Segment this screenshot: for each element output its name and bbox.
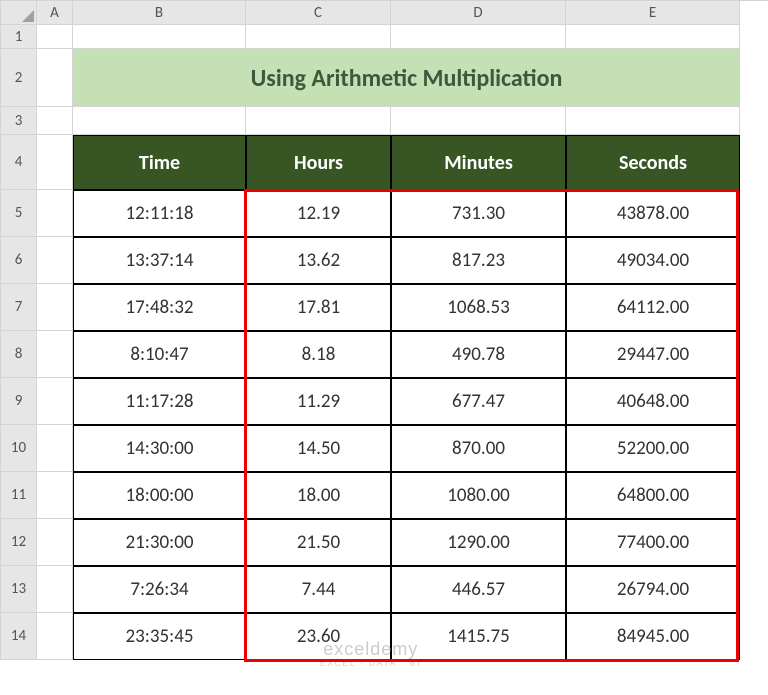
cell-row1-3[interactable] bbox=[566, 25, 740, 49]
cell-row3-1[interactable] bbox=[246, 107, 391, 135]
cell-A10[interactable] bbox=[37, 425, 73, 472]
cell-seconds-6[interactable]: 64800.00 bbox=[566, 472, 740, 519]
row-header-5[interactable]: 5 bbox=[1, 190, 37, 237]
cell-A7[interactable] bbox=[37, 284, 73, 331]
cell-seconds-5[interactable]: 52200.00 bbox=[566, 425, 740, 472]
cell-seconds-9[interactable]: 84945.00 bbox=[566, 613, 740, 660]
cell-seconds-4[interactable]: 40648.00 bbox=[566, 378, 740, 425]
cell-hours-9[interactable]: 23.60 bbox=[246, 613, 391, 660]
row-header-10[interactable]: 10 bbox=[1, 425, 37, 472]
cell-hours-3[interactable]: 8.18 bbox=[246, 331, 391, 378]
cell-minutes-9[interactable]: 1415.75 bbox=[391, 613, 566, 660]
row-header-3[interactable]: 3 bbox=[1, 107, 37, 135]
cell-hours-4[interactable]: 11.29 bbox=[246, 378, 391, 425]
cell-minutes-4[interactable]: 677.47 bbox=[391, 378, 566, 425]
cell-seconds-3[interactable]: 29447.00 bbox=[566, 331, 740, 378]
row-header-11[interactable]: 11 bbox=[1, 472, 37, 519]
col-time-header: Time bbox=[73, 135, 246, 190]
cell-row3-2[interactable] bbox=[391, 107, 566, 135]
cell-minutes-3[interactable]: 490.78 bbox=[391, 331, 566, 378]
cell-time-7[interactable]: 21:30:00 bbox=[73, 519, 246, 566]
cell-seconds-8[interactable]: 26794.00 bbox=[566, 566, 740, 613]
cell-row3-0[interactable] bbox=[73, 107, 246, 135]
cell-A9[interactable] bbox=[37, 378, 73, 425]
cell-minutes-2[interactable]: 1068.53 bbox=[391, 284, 566, 331]
cell-seconds-7[interactable]: 77400.00 bbox=[566, 519, 740, 566]
cell-hours-5[interactable]: 14.50 bbox=[246, 425, 391, 472]
cell-hours-1[interactable]: 13.62 bbox=[246, 237, 391, 284]
spreadsheet-grid: ABCDE1234567891011121314Using Arithmetic… bbox=[0, 0, 768, 660]
cell-time-5[interactable]: 14:30:00 bbox=[73, 425, 246, 472]
col-header-B[interactable]: B bbox=[73, 1, 246, 25]
cell-minutes-5[interactable]: 870.00 bbox=[391, 425, 566, 472]
row-header-6[interactable]: 6 bbox=[1, 237, 37, 284]
row-header-9[interactable]: 9 bbox=[1, 378, 37, 425]
cell-hours-7[interactable]: 21.50 bbox=[246, 519, 391, 566]
cell-hours-0[interactable]: 12.19 bbox=[246, 190, 391, 237]
cell-minutes-7[interactable]: 1290.00 bbox=[391, 519, 566, 566]
cell-A5[interactable] bbox=[37, 190, 73, 237]
cell-minutes-1[interactable]: 817.23 bbox=[391, 237, 566, 284]
col-header-A[interactable]: A bbox=[37, 1, 73, 25]
cell-A4[interactable] bbox=[37, 135, 73, 190]
cell-row1-1[interactable] bbox=[246, 25, 391, 49]
title-cell: Using Arithmetic Multiplication bbox=[73, 49, 740, 107]
col-seconds-header: Seconds bbox=[566, 135, 740, 190]
cell-time-3[interactable]: 8:10:47 bbox=[73, 331, 246, 378]
select-all-corner[interactable] bbox=[1, 1, 37, 25]
row-header-7[interactable]: 7 bbox=[1, 284, 37, 331]
cell-time-1[interactable]: 13:37:14 bbox=[73, 237, 246, 284]
cell-time-9[interactable]: 23:35:45 bbox=[73, 613, 246, 660]
cell-hours-8[interactable]: 7.44 bbox=[246, 566, 391, 613]
col-minutes-header: Minutes bbox=[391, 135, 566, 190]
cell-time-2[interactable]: 17:48:32 bbox=[73, 284, 246, 331]
cell-time-0[interactable]: 12:11:18 bbox=[73, 190, 246, 237]
row-header-14[interactable]: 14 bbox=[1, 613, 37, 660]
cell-A6[interactable] bbox=[37, 237, 73, 284]
cell-time-6[interactable]: 18:00:00 bbox=[73, 472, 246, 519]
cell-A8[interactable] bbox=[37, 331, 73, 378]
cell-minutes-8[interactable]: 446.57 bbox=[391, 566, 566, 613]
cell-minutes-6[interactable]: 1080.00 bbox=[391, 472, 566, 519]
row-header-12[interactable]: 12 bbox=[1, 519, 37, 566]
col-hours-header: Hours bbox=[246, 135, 391, 190]
cell-row3-3[interactable] bbox=[566, 107, 740, 135]
row-header-13[interactable]: 13 bbox=[1, 566, 37, 613]
cell-A11[interactable] bbox=[37, 472, 73, 519]
cell-row1-2[interactable] bbox=[391, 25, 566, 49]
cell-A14[interactable] bbox=[37, 613, 73, 660]
watermark-line2: EXCEL · DATA · BI bbox=[320, 660, 421, 669]
col-header-C[interactable]: C bbox=[246, 1, 391, 25]
col-header-E[interactable]: E bbox=[566, 1, 740, 25]
row-header-4[interactable]: 4 bbox=[1, 135, 37, 190]
cell-seconds-2[interactable]: 64112.00 bbox=[566, 284, 740, 331]
cell-A12[interactable] bbox=[37, 519, 73, 566]
row-header-2[interactable]: 2 bbox=[1, 49, 37, 107]
cell-A2[interactable] bbox=[37, 49, 73, 107]
cell-seconds-1[interactable]: 49034.00 bbox=[566, 237, 740, 284]
cell-row1-0[interactable] bbox=[73, 25, 246, 49]
cell-A1[interactable] bbox=[37, 25, 73, 49]
row-header-1[interactable]: 1 bbox=[1, 25, 37, 49]
cell-minutes-0[interactable]: 731.30 bbox=[391, 190, 566, 237]
cell-A13[interactable] bbox=[37, 566, 73, 613]
cell-hours-2[interactable]: 17.81 bbox=[246, 284, 391, 331]
cell-hours-6[interactable]: 18.00 bbox=[246, 472, 391, 519]
col-header-D[interactable]: D bbox=[391, 1, 566, 25]
cell-A3[interactable] bbox=[37, 107, 73, 135]
cell-time-4[interactable]: 11:17:28 bbox=[73, 378, 246, 425]
row-header-8[interactable]: 8 bbox=[1, 331, 37, 378]
cell-seconds-0[interactable]: 43878.00 bbox=[566, 190, 740, 237]
cell-time-8[interactable]: 7:26:34 bbox=[73, 566, 246, 613]
